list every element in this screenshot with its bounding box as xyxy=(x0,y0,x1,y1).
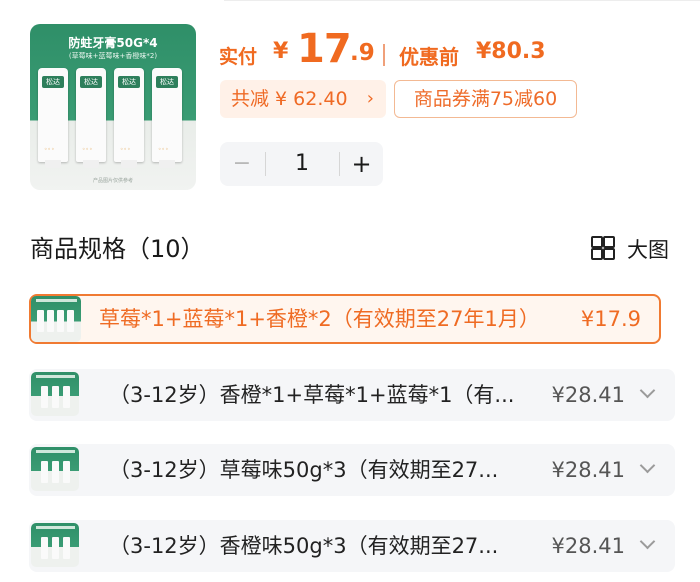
chevron-right-icon: › xyxy=(366,88,374,109)
currency-symbol: ¥ xyxy=(273,39,289,64)
option-price: ¥17.9 xyxy=(580,307,641,331)
product-image-footnote: 产品图片仅供参考 xyxy=(92,178,133,184)
toothpaste-tube: 松达 ◦◦◦ xyxy=(152,68,182,168)
option-price: ¥28.41 xyxy=(551,383,625,407)
option-thumbnail xyxy=(31,447,79,491)
spec-option[interactable]: 草莓*1+蓝莓*1+香橙*2（有效期至27年1月） ¥17.9 xyxy=(29,294,661,344)
toothpaste-tube: 松达 ◦◦◦ xyxy=(38,68,68,168)
coupon-badge[interactable]: 商品券满75减60 xyxy=(394,80,577,118)
price-decimal: .9 xyxy=(350,40,375,66)
decrease-button[interactable]: − xyxy=(220,142,264,186)
specs-title: 商品规格（10） xyxy=(30,235,205,263)
option-thumbnail xyxy=(31,523,79,567)
discount-detail-button[interactable]: 共减 ¥ 62.40 › xyxy=(220,80,386,118)
option-price: ¥28.41 xyxy=(551,458,625,482)
large-view-label: 大图 xyxy=(627,238,669,262)
toothpaste-tube: 松达 ◦◦◦ xyxy=(76,68,106,168)
original-price: ¥80.3 xyxy=(476,39,546,64)
option-name: （3-12岁）香橙味50g*3（有效期至27... xyxy=(109,534,499,558)
option-name: （3-12岁）香橙*1+草莓*1+蓝莓*1（有... xyxy=(109,383,515,407)
tube-brand: 松达 xyxy=(118,76,140,88)
product-image-title: 防蛀牙膏50G*4 xyxy=(68,36,158,50)
chevron-down-icon[interactable] xyxy=(639,457,656,474)
option-thumbnail xyxy=(31,296,81,342)
option-name: 草莓*1+蓝莓*1+香橙*2（有效期至27年1月） xyxy=(99,307,540,331)
actual-price-label: 实付 xyxy=(219,46,258,68)
coupon-label: 商品券满75减60 xyxy=(413,88,558,110)
chevron-down-icon[interactable] xyxy=(639,533,656,550)
quantity-stepper: − 1 + xyxy=(220,142,383,186)
tube-brand: 松达 xyxy=(156,76,178,88)
spec-option[interactable]: （3-12岁）香橙*1+草莓*1+蓝莓*1（有... ¥28.41 xyxy=(29,369,675,421)
discount-label: 共减 ¥ 62.40 xyxy=(231,88,348,110)
toothpaste-tube: 松达 ◦◦◦ xyxy=(114,68,144,168)
price-separator xyxy=(383,44,385,66)
option-name: （3-12岁）草莓味50g*3（有效期至27... xyxy=(109,458,499,482)
tube-brand: 松达 xyxy=(42,76,64,88)
option-thumbnail xyxy=(31,372,79,416)
divider xyxy=(224,0,700,1)
spec-option[interactable]: （3-12岁）草莓味50g*3（有效期至27... ¥28.41 xyxy=(29,444,675,496)
price-integer: 17 xyxy=(297,26,352,72)
product-image[interactable]: 防蛀牙膏50G*4 (草莓味+蓝莓味+香橙味*2) 松达 ◦◦◦ 松达 ◦◦◦ … xyxy=(30,24,196,190)
spec-option[interactable]: （3-12岁）香橙味50g*3（有效期至27... ¥28.41 xyxy=(29,520,675,572)
tube-brand: 松达 xyxy=(80,76,102,88)
grid-icon xyxy=(591,236,615,260)
option-price: ¥28.41 xyxy=(551,534,625,558)
quantity-input[interactable]: 1 xyxy=(266,142,338,186)
product-image-subtitle: (草莓味+蓝莓味+香橙味*2) xyxy=(68,52,158,60)
chevron-down-icon[interactable] xyxy=(639,382,656,399)
increase-button[interactable]: + xyxy=(340,142,383,186)
original-price-label: 优惠前 xyxy=(399,45,459,69)
